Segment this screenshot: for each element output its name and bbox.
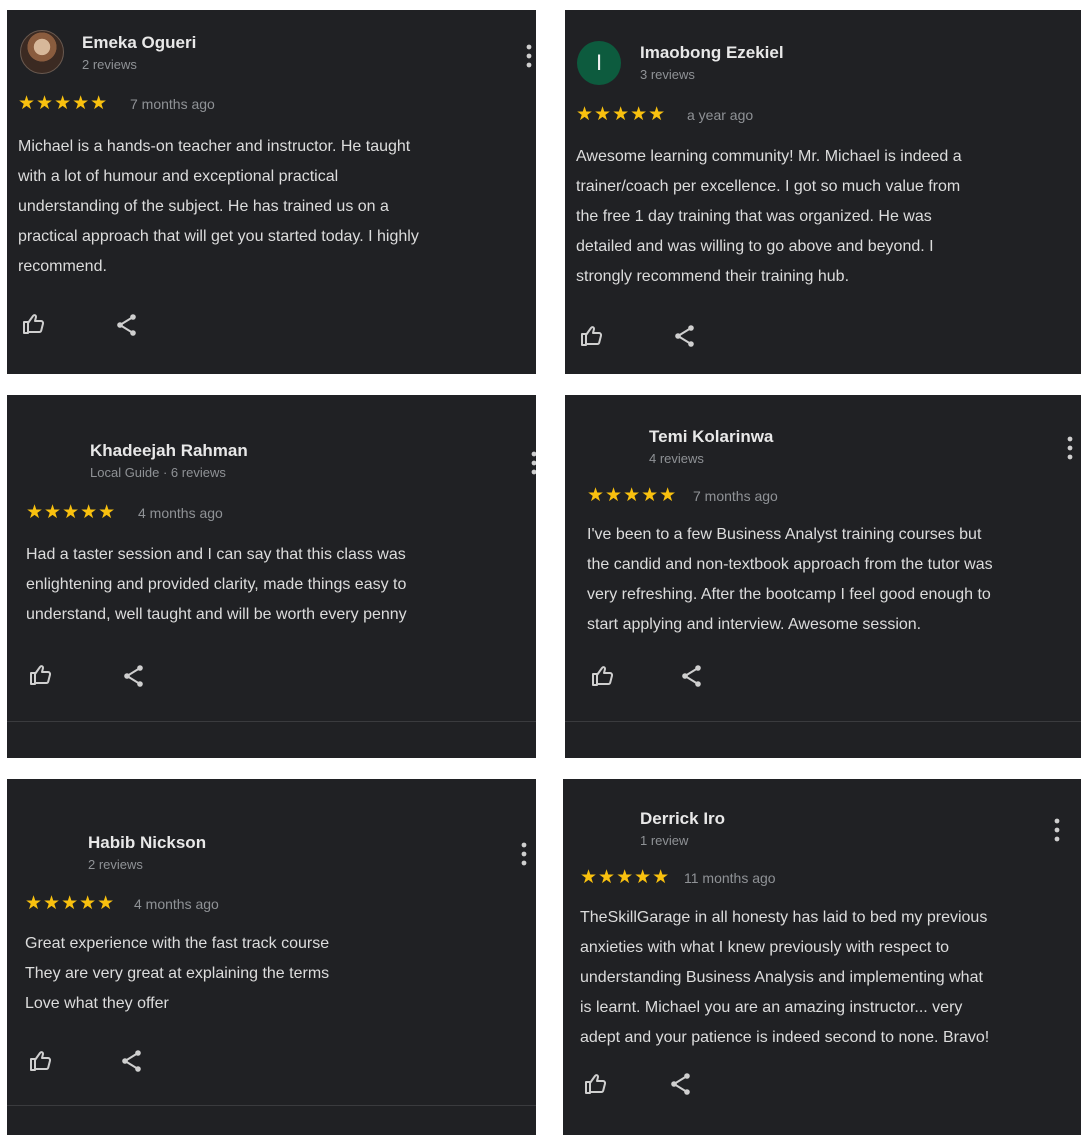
thumbs-up-icon[interactable] (27, 661, 55, 689)
reviewer-meta: 2 reviews (88, 857, 143, 872)
review-date: 4 months ago (134, 896, 219, 912)
star-rating: ★★★★★ (576, 104, 667, 125)
reviewer-name[interactable]: Habib Nickson (88, 833, 206, 853)
reviewer-name[interactable]: Derrick Iro (640, 809, 725, 829)
reviewer-meta: 1 review (640, 833, 689, 848)
review-card: Habib Nickson 2 reviews ★★★★★ 4 months a… (7, 779, 536, 1135)
reviewer-meta: 3 reviews (640, 67, 695, 82)
thumbs-up-icon[interactable] (582, 1070, 610, 1098)
thumbs-up-icon[interactable] (20, 310, 48, 338)
reviewer-avatar[interactable]: I (577, 41, 621, 85)
reviewer-name[interactable]: Emeka Ogueri (82, 33, 196, 53)
more-vert-icon[interactable] (1065, 435, 1075, 461)
star-rating: ★★★★★ (25, 893, 116, 914)
more-vert-icon[interactable] (529, 450, 536, 476)
more-vert-icon[interactable] (524, 43, 534, 69)
reviewer-meta: 4 reviews (649, 451, 704, 466)
review-card: Temi Kolarinwa 4 reviews ★★★★★ 7 months … (565, 395, 1081, 758)
reviewer-avatar[interactable] (20, 30, 64, 74)
review-text: Had a taster session and I can say that … (26, 546, 407, 623)
share-icon[interactable] (118, 1047, 146, 1075)
review-text: Michael is a hands-on teacher and instru… (18, 138, 419, 275)
review-text: Great experience with the fast track cou… (25, 935, 330, 1012)
share-icon[interactable] (113, 311, 141, 339)
more-vert-icon[interactable] (1052, 817, 1062, 843)
thumbs-up-icon[interactable] (589, 662, 617, 690)
reviewer-meta: Local Guide · 6 reviews (90, 465, 226, 480)
thumbs-up-icon[interactable] (578, 322, 606, 350)
reviewer-name[interactable]: Khadeejah Rahman (90, 441, 248, 461)
star-rating: ★★★★★ (587, 485, 678, 506)
review-text: Awesome learning community! Mr. Michael … (576, 148, 962, 285)
star-rating: ★★★★★ (580, 867, 671, 888)
thumbs-up-icon[interactable] (27, 1047, 55, 1075)
review-card: Emeka Ogueri 2 reviews ★★★★★ 7 months ag… (7, 10, 536, 374)
reviewer-meta: 2 reviews (82, 57, 137, 72)
share-icon[interactable] (678, 662, 706, 690)
star-rating: ★★★★★ (18, 93, 109, 114)
review-date: 11 months ago (684, 870, 776, 886)
divider (565, 721, 1081, 722)
share-icon[interactable] (120, 662, 148, 690)
review-date: 4 months ago (138, 505, 223, 521)
review-text: TheSkillGarage in all honesty has laid t… (580, 909, 990, 1046)
review-date: a year ago (687, 107, 754, 123)
share-icon[interactable] (667, 1070, 695, 1098)
review-card: Khadeejah Rahman Local Guide · 6 reviews… (7, 395, 536, 758)
review-date: 7 months ago (693, 488, 778, 504)
review-card: Derrick Iro 1 review ★★★★★ 11 months ago… (563, 779, 1081, 1135)
reviewer-name[interactable]: Temi Kolarinwa (649, 427, 773, 447)
review-date: 7 months ago (130, 96, 215, 112)
star-rating: ★★★★★ (26, 502, 117, 523)
reviewer-name[interactable]: Imaobong Ezekiel (640, 43, 784, 63)
divider (7, 1105, 536, 1106)
review-text: I've been to a few Business Analyst trai… (587, 526, 993, 633)
divider (7, 721, 536, 722)
more-vert-icon[interactable] (519, 841, 529, 867)
share-icon[interactable] (671, 322, 699, 350)
review-card: I Imaobong Ezekiel 3 reviews ★★★★★ a yea… (565, 10, 1081, 374)
